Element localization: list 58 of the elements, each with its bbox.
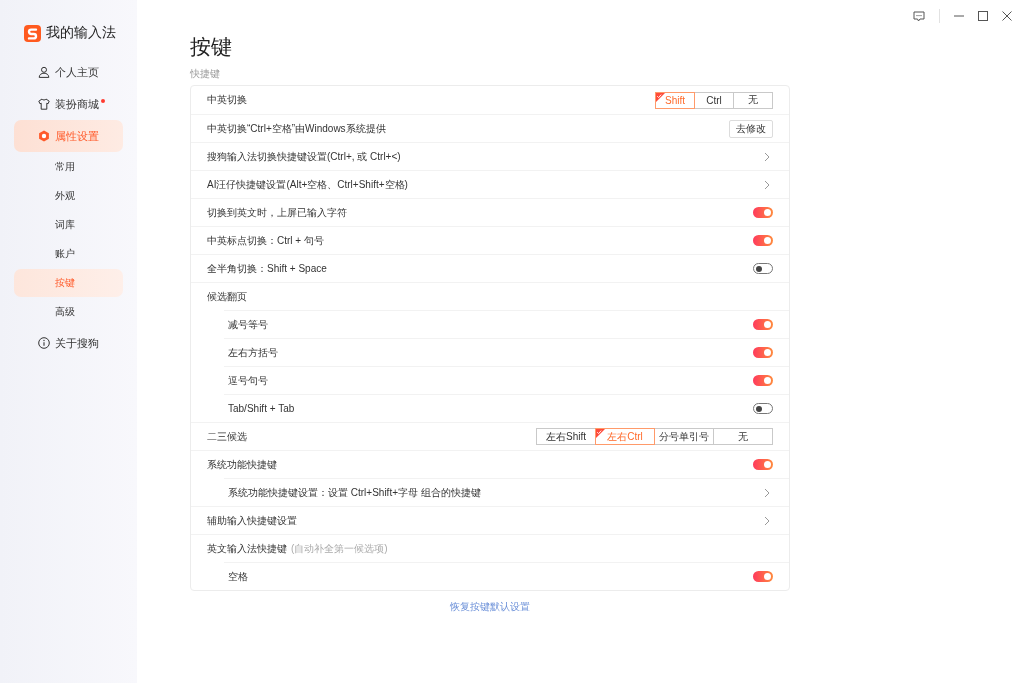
- app-name: 我的输入法: [46, 24, 116, 42]
- toggle-switch[interactable]: [753, 403, 773, 414]
- nav-subitem[interactable]: 账户: [14, 240, 123, 268]
- check-corner-icon: [596, 429, 605, 438]
- segment-option[interactable]: 无: [733, 91, 773, 109]
- setting-label: 空格: [228, 569, 248, 584]
- setting-label: 候选翻页: [207, 289, 247, 304]
- logo-icon: [24, 24, 41, 42]
- chevron-right-icon[interactable]: [764, 151, 770, 162]
- hexagon-icon: [38, 130, 50, 142]
- setting-label: 辅助输入快捷键设置: [207, 513, 297, 528]
- nav-subitem[interactable]: 词库: [14, 211, 123, 239]
- toggle-switch[interactable]: [753, 319, 773, 330]
- segment-option[interactable]: Ctrl: [694, 91, 734, 109]
- setting-label: 全半角切换：Shift + Space: [207, 261, 327, 276]
- toggle-switch[interactable]: [753, 375, 773, 386]
- setting-label: 左右方括号: [228, 345, 278, 360]
- nav-subitem[interactable]: 常用: [14, 153, 123, 181]
- chevron-right-icon[interactable]: [764, 179, 770, 190]
- toggle-switch[interactable]: [753, 207, 773, 218]
- segment-option[interactable]: 无: [713, 428, 773, 445]
- toggle-switch[interactable]: [753, 571, 773, 582]
- nav-item[interactable]: 关于搜狗: [14, 327, 123, 359]
- toggle-switch[interactable]: [753, 347, 773, 358]
- setting-label: Tab/Shift + Tab: [228, 403, 295, 414]
- nav-subitem[interactable]: 外观: [14, 182, 123, 210]
- setting-label: 减号等号: [228, 317, 268, 332]
- section-label: 快捷键: [190, 67, 221, 81]
- setting-label: 搜狗输入法切换快捷键设置(Ctrl+, 或 Ctrl+<): [207, 149, 401, 164]
- setting-label: 英文输入法快捷键: [207, 541, 287, 556]
- page-title: 按键: [190, 34, 233, 60]
- edit-button[interactable]: 去修改: [729, 119, 773, 138]
- setting-label: 中英切换“Ctrl+空格”由Windows系统提供: [207, 121, 386, 136]
- setting-label: AI汪仔快捷键设置(Alt+空格、Ctrl+Shift+空格): [207, 177, 408, 192]
- chevron-right-icon[interactable]: [764, 515, 770, 526]
- maximize-icon[interactable]: [978, 11, 988, 21]
- toggle-switch[interactable]: [753, 263, 773, 274]
- toggle-switch[interactable]: [753, 459, 773, 470]
- info-icon: [38, 337, 50, 349]
- person-icon: [38, 66, 50, 78]
- chat-icon[interactable]: [913, 10, 925, 22]
- setting-label: 切换到英文时，上屏已输入字符: [207, 205, 347, 220]
- nav-item[interactable]: 个人主页: [14, 56, 123, 88]
- nav-subitem[interactable]: 高级: [14, 298, 123, 326]
- close-icon[interactable]: [1002, 11, 1012, 21]
- shirt-icon: [38, 98, 50, 110]
- setting-label: 中英切换: [207, 93, 247, 107]
- nav-item[interactable]: 装扮商城: [14, 88, 123, 120]
- setting-label: 中英标点切换：Ctrl + 句号: [207, 233, 324, 248]
- toggle-switch[interactable]: [753, 235, 773, 246]
- setting-label: 系统功能快捷键: [207, 457, 277, 472]
- setting-label: 系统功能快捷键设置：设置 Ctrl+Shift+字母 组合的快捷键: [228, 485, 481, 500]
- check-corner-icon: [656, 92, 665, 102]
- setting-label: 二三候选: [207, 429, 247, 444]
- segment-option[interactable]: 左右Shift: [536, 428, 596, 445]
- chevron-right-icon[interactable]: [764, 487, 770, 498]
- setting-label: 逗号句号: [228, 373, 268, 388]
- segment-option[interactable]: 分号单引号: [654, 428, 714, 445]
